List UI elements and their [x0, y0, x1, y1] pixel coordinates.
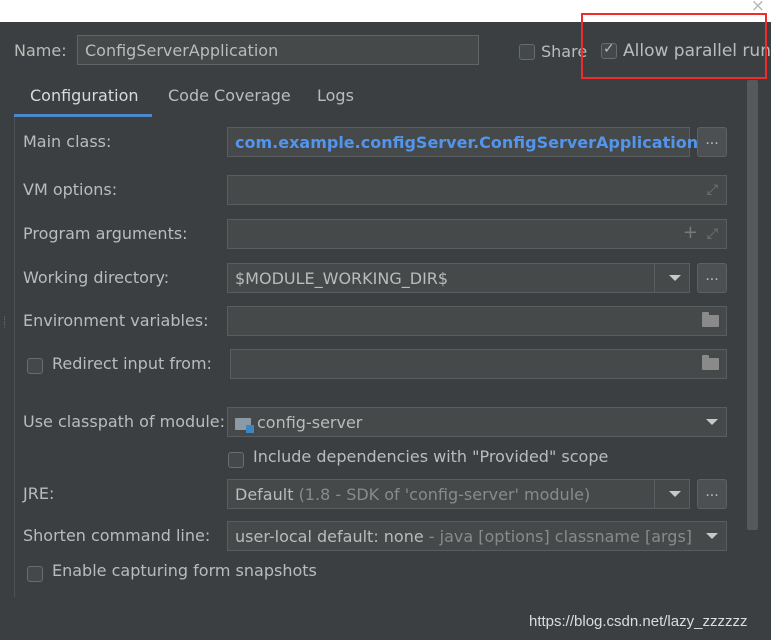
main-class-browse-button[interactable]: ...	[697, 127, 727, 157]
classpath-module-label: Use classpath of module:	[23, 412, 226, 431]
classpath-module-dropdown[interactable]: config-server	[227, 407, 727, 437]
working-directory-browse-button[interactable]: ...	[697, 263, 727, 293]
classpath-module-value: config-server	[257, 413, 363, 432]
shorten-command-line-detail: - java [options] classname [args]	[428, 527, 693, 546]
chevron-down-icon[interactable]	[669, 491, 681, 497]
working-directory-label: Working directory:	[23, 268, 170, 287]
shorten-command-line-value: user-local default: none	[235, 527, 424, 546]
vm-options-field[interactable]: ⤢	[227, 175, 727, 205]
shorten-command-line-label: Shorten command line:	[23, 526, 211, 545]
redirect-input-label: Redirect input from:	[52, 354, 212, 373]
jre-browse-button[interactable]: ...	[697, 479, 727, 509]
program-arguments-field[interactable]: + ⤢	[227, 219, 727, 249]
share-checkbox-box[interactable]	[519, 43, 535, 60]
working-directory-value: $MODULE_WORKING_DIR$	[235, 269, 449, 288]
include-provided-checkbox[interactable]	[228, 449, 244, 468]
working-directory-field[interactable]: $MODULE_WORKING_DIR$	[227, 263, 690, 293]
environment-variables-field[interactable]	[227, 306, 727, 336]
module-folder-icon	[235, 417, 254, 433]
vm-options-label: VM options:	[23, 180, 118, 199]
chevron-down-icon[interactable]	[706, 419, 718, 425]
dropdown-separator	[654, 480, 655, 508]
chevron-down-icon[interactable]	[706, 533, 718, 539]
jre-label: JRE:	[23, 484, 55, 503]
jre-detail: (1.8 - SDK of 'config-server' module)	[298, 485, 591, 504]
enable-snapshots-checkbox[interactable]	[27, 563, 43, 582]
name-input[interactable]: ConfigServerApplication	[77, 35, 479, 65]
main-class-field[interactable]: com.example.configServer.ConfigServerApp…	[227, 127, 698, 157]
scrollbar[interactable]	[747, 80, 758, 530]
dropdown-separator	[654, 264, 655, 292]
include-provided-checkbox-box[interactable]	[228, 451, 244, 468]
folder-icon[interactable]	[702, 355, 719, 370]
include-provided-label: Include dependencies with "Provided" sco…	[253, 447, 609, 466]
environment-variables-label: Environment variables:	[23, 311, 209, 330]
jre-value: Default	[235, 485, 294, 504]
resize-grip-icon[interactable]: ⁝ ⁝	[3, 316, 7, 342]
shorten-command-line-dropdown[interactable]: user-local default: none - java [options…	[227, 521, 727, 551]
share-checkbox[interactable]: Share	[519, 41, 587, 61]
enable-snapshots-label: Enable capturing form snapshots	[52, 561, 317, 580]
redirect-input-field[interactable]	[230, 349, 727, 379]
folder-icon[interactable]	[702, 312, 719, 327]
tab-logs[interactable]: Logs	[317, 86, 354, 105]
redirect-input-checkbox-box[interactable]	[27, 357, 43, 374]
name-label: Name:	[14, 41, 67, 60]
main-class-label: Main class:	[23, 132, 112, 151]
expand-icon[interactable]: ⤢	[707, 226, 718, 242]
program-arguments-label: Program arguments:	[23, 224, 188, 243]
redirect-input-checkbox[interactable]	[27, 355, 43, 374]
watermark-url: https://blog.csdn.net/lazy_zzzzzz	[529, 613, 748, 630]
tab-configuration[interactable]: Configuration	[30, 86, 139, 105]
tab-code-coverage[interactable]: Code Coverage	[168, 86, 291, 105]
highlight-box	[581, 13, 767, 79]
chevron-down-icon[interactable]	[669, 275, 681, 281]
add-icon[interactable]: +	[683, 222, 698, 243]
enable-snapshots-checkbox-box[interactable]	[27, 565, 43, 582]
expand-icon[interactable]: ⤢	[707, 182, 718, 198]
jre-dropdown[interactable]: Default (1.8 - SDK of 'config-server' mo…	[227, 479, 690, 509]
